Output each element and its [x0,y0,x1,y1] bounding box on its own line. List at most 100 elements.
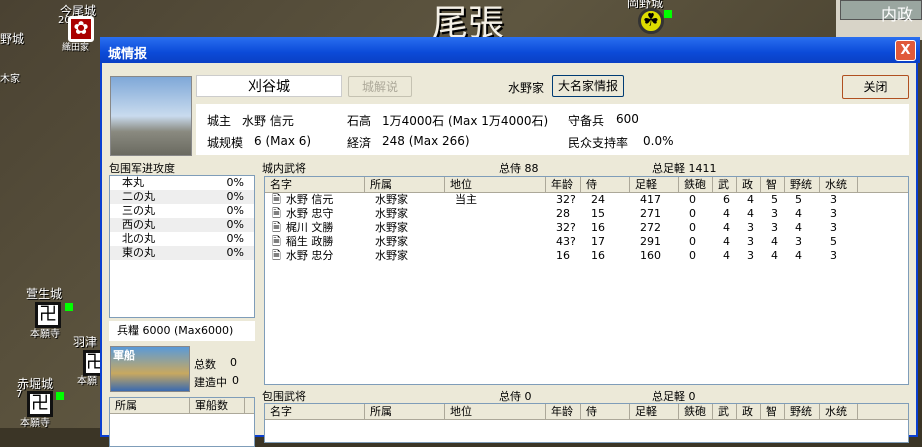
table-cell: 🗎 水野 信元 [265,193,365,207]
inner-ashigaru-total: 总足軽 1411 [652,162,717,175]
cell-text: 17 [591,235,605,248]
siege-generals-table[interactable]: 名字 所属 地位 年龄侍足軽 鉄砲武政智野统 水统 [264,403,909,443]
column-header[interactable]: 所属 [365,404,445,419]
column-header[interactable]: 武 [713,177,737,192]
document-icon: 🗎 [272,207,281,220]
castle-label[interactable]: 萱生城 [26,285,62,302]
cell-text: 16 [591,249,605,262]
warship-image: 軍船 [110,346,190,392]
column-header[interactable]: 所属 [365,177,445,192]
table-cell: 32? [546,193,581,207]
cell-text: 4 [747,207,754,220]
support-label: 民众支持率 [568,136,629,150]
list-item[interactable]: 西の丸 0% [110,218,254,232]
cell-text [450,207,455,220]
close-icon[interactable]: X [895,40,916,61]
title-bar[interactable]: 城情报 X [100,37,920,63]
table-cell: 3 [820,249,858,263]
castle-label[interactable]: 野城 [0,30,24,47]
column-header[interactable]: 名字 [265,404,365,419]
castle-name: 刈谷城 [196,75,342,97]
castle-image [110,76,192,156]
table-cell: 16 [546,249,581,263]
progress-value: 0% [226,246,244,259]
table-cell: 272 [630,221,679,235]
column-header[interactable]: 政 [737,177,761,192]
table-row[interactable]: 🗎 水野 忠守 水野家 28 15 271 0 4 4 3 4 3 [265,207,908,221]
table-cell: 4 [761,249,785,263]
list-item[interactable]: 北の丸 0% [110,232,254,246]
status-marker [56,392,64,400]
table-cell: 3 [785,235,820,249]
tokugawa-crest-icon[interactable]: ☘ [638,8,664,34]
table-cell: 3 [820,221,858,235]
ship-table[interactable]: 所属 軍船数 [109,397,255,447]
koku-label: 石高 [347,114,372,128]
table-cell: 0 [679,207,713,221]
table-cell: 3 [761,221,785,235]
cell-text: 24 [591,193,605,206]
column-header[interactable]: 侍 [581,404,630,419]
list-item[interactable]: 三の丸 0% [110,204,254,218]
column-header[interactable]: 鉄砲 [679,177,713,192]
cell-text: 4 [795,207,802,220]
cell-text: 4 [723,221,730,234]
table-cell: 15 [581,207,630,221]
col-ship-count[interactable]: 軍船数 [190,398,245,413]
table-row[interactable]: 🗎 水野 忠分 水野家 16 16 160 0 4 3 4 4 3 [265,249,908,263]
cell-text: 5 [771,193,778,206]
column-header[interactable]: 智 [761,404,785,419]
cell-text: 32? [556,193,576,206]
cell-text: 3 [747,235,754,248]
clan-label: 木家 [0,74,20,85]
close-button[interactable]: 关闭 [842,75,909,99]
column-header[interactable]: 政 [737,404,761,419]
table-cell: 6 [713,193,737,207]
provisions: 兵糧 6000 (Max6000) [109,321,255,341]
column-header[interactable]: 年龄 [546,177,581,192]
siege-progress-list[interactable]: 本丸 0% 二の丸 0% 三の丸 0% 西の丸 0% 北の丸 0% 東の丸 0% [109,175,255,318]
column-header[interactable]: 水统 [820,404,858,419]
column-header[interactable]: 野统 [785,177,820,192]
list-item[interactable]: 二の丸 0% [110,190,254,204]
column-header[interactable]: 野统 [785,404,820,419]
cell-text: 3 [771,221,778,234]
column-header[interactable]: 年龄 [546,404,581,419]
table-row[interactable]: 🗎 梶川 文勝 水野家 32? 16 272 0 4 3 3 4 3 [265,221,908,235]
castle-explain-button[interactable]: 城解说 [348,76,412,97]
table-cell: 32? [546,221,581,235]
col-affiliation[interactable]: 所属 [110,398,190,413]
column-header[interactable]: 地位 [445,177,546,192]
document-icon: 🗎 [272,235,281,248]
koku-value: 1万4000石 (Max 1万4000石) [382,114,549,128]
column-header[interactable]: 水统 [820,177,858,192]
list-item[interactable]: 本丸 0% [110,176,254,190]
column-header[interactable]: 鉄砲 [679,404,713,419]
column-header[interactable]: 足軽 [630,177,679,192]
column-header[interactable]: 武 [713,404,737,419]
domestic-tab[interactable]: 内政 [840,0,922,24]
column-header[interactable]: 足軽 [630,404,679,419]
oda-crest-icon[interactable]: ✿ [68,16,94,42]
cell-text [450,221,455,234]
progress-value: 0% [226,176,244,189]
table-cell: 16 [581,221,630,235]
column-header[interactable]: 地位 [445,404,546,419]
table-row[interactable]: 🗎 水野 信元 水野家 当主 32? 24 417 0 6 4 5 5 3 [265,193,908,207]
column-header[interactable]: 智 [761,177,785,192]
column-header[interactable]: 侍 [581,177,630,192]
cell-text: 3 [747,221,754,234]
inner-generals-table[interactable]: 名字 所属 地位 年龄侍足軽 鉄砲武政智野统 水统 🗎 水野 信元 水野家 当主 32? 24 417 0… [264,176,909,385]
table-cell [445,207,546,221]
table-row[interactable]: 🗎 稲生 政勝 水野家 43? 17 291 0 4 3 4 3 5 [265,235,908,249]
cell-text: 水野家 [375,221,408,234]
castle-label[interactable]: 羽津 [73,333,97,350]
column-header[interactable]: 名字 [265,177,365,192]
cell-text: 5 [795,193,802,206]
table-cell: 🗎 梶川 文勝 [265,221,365,235]
castle-label[interactable]: 赤堀城 [17,375,53,392]
cell-text: 3 [830,193,837,206]
list-item[interactable]: 東の丸 0% [110,246,254,260]
cell-text: 水野 信元 [285,193,334,206]
clan-info-button[interactable]: 大名家情报 [552,75,624,97]
